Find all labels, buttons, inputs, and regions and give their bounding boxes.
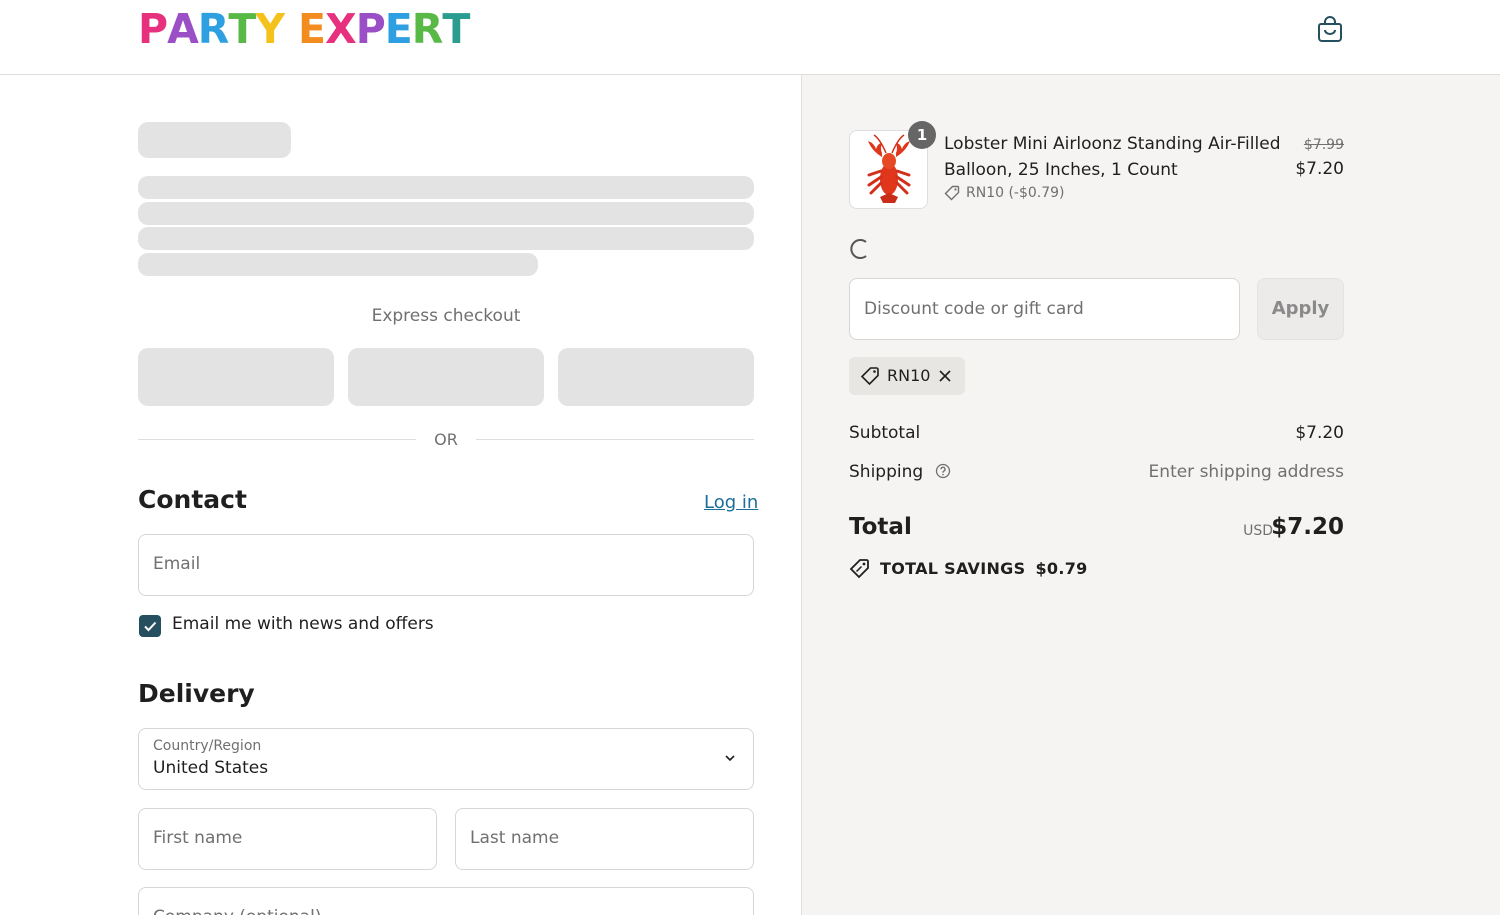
logo-letter: T [228, 5, 256, 53]
skeleton-line [138, 253, 538, 276]
country-value: United States [153, 758, 269, 778]
chevron-down-icon [725, 755, 735, 762]
loading-spinner-icon [850, 239, 867, 259]
total-label: Total [849, 514, 912, 540]
total-savings: TOTAL SAVINGS $0.79 [849, 558, 1088, 579]
quantity-badge: 1 [908, 121, 936, 149]
tag-icon [860, 367, 879, 386]
total-currency: USD [1243, 523, 1273, 539]
tag-icon [944, 185, 960, 201]
last-name-placeholder: Last name [470, 828, 560, 848]
email-field[interactable]: Email [138, 534, 754, 596]
country-label: Country/Region [153, 738, 262, 754]
last-name-field[interactable]: Last name [455, 808, 754, 870]
login-link[interactable]: Log in [704, 492, 758, 513]
price-original: $7.99 [1303, 137, 1344, 153]
savings-tag-icon [849, 559, 869, 579]
first-name-field[interactable]: First name [138, 808, 437, 870]
skeleton-title [138, 122, 291, 158]
newsletter-label: Email me with news and offers [172, 614, 434, 634]
company-field[interactable]: Company (optional) [138, 887, 754, 915]
or-label: OR [434, 430, 458, 449]
apply-button[interactable]: Apply [1257, 278, 1344, 340]
logo-letter: R [197, 5, 230, 53]
logo-letter: R [411, 5, 444, 53]
applied-discount-chip: RN10 [849, 357, 965, 395]
savings-label: TOTAL SAVINGS [880, 559, 1026, 578]
skeleton-line [138, 176, 754, 199]
email-placeholder: Email [153, 554, 201, 574]
first-name-placeholder: First name [153, 828, 243, 848]
newsletter-checkbox[interactable] [139, 615, 161, 637]
delivery-heading: Delivery [138, 679, 255, 708]
logo-letter: E [384, 5, 413, 53]
country-select[interactable]: Country/Region United States [138, 728, 754, 790]
discount-code-input[interactable]: Discount code or gift card [849, 278, 1240, 340]
or-divider: OR [138, 428, 754, 450]
logo-letter: T [442, 5, 470, 53]
price-final: $7.20 [1295, 159, 1344, 179]
applied-discount-code: RN10 [887, 366, 931, 385]
contact-heading: Contact [138, 485, 247, 514]
shopping-bag-icon[interactable] [1316, 14, 1344, 44]
checkmark-icon [144, 621, 157, 632]
logo-letter: Y [255, 5, 285, 53]
shipping-label: Shipping [849, 462, 924, 482]
skeleton-line [138, 202, 754, 225]
logo-letter: P [138, 5, 168, 53]
express-checkout-label: Express checkout [371, 306, 521, 326]
party-expert-logo[interactable]: PARTYEXPERT [138, 5, 470, 53]
express-pay-button[interactable] [348, 348, 544, 406]
subtotal-value: $7.20 [1295, 423, 1344, 443]
logo-letter: A [167, 5, 199, 53]
express-pay-button[interactable] [558, 348, 754, 406]
total-value: $7.20 [1271, 514, 1344, 540]
remove-discount-icon[interactable] [937, 368, 953, 384]
logo-letter: E [298, 5, 326, 53]
logo-letter [284, 6, 298, 52]
savings-value: $0.79 [1035, 559, 1088, 578]
company-placeholder: Company (optional) [153, 907, 321, 915]
header: PARTYEXPERT [0, 0, 1500, 75]
shipping-value: Enter shipping address [1148, 462, 1344, 482]
product-discount: RN10 (-$0.79) [944, 185, 1065, 201]
express-pay-button[interactable] [138, 348, 334, 406]
logo-letter: P [355, 5, 386, 53]
product-name: Lobster Mini Airloonz Standing Air-Fille… [944, 134, 1281, 180]
discount-placeholder: Discount code or gift card [864, 299, 1084, 319]
product-discount-text: RN10 (-$0.79) [966, 185, 1065, 201]
skeleton-line [138, 227, 754, 250]
subtotal-label: Subtotal [849, 423, 921, 443]
logo-letter: X [325, 5, 357, 53]
shipping-row-label: Shipping [849, 462, 951, 482]
help-icon[interactable] [935, 463, 951, 479]
